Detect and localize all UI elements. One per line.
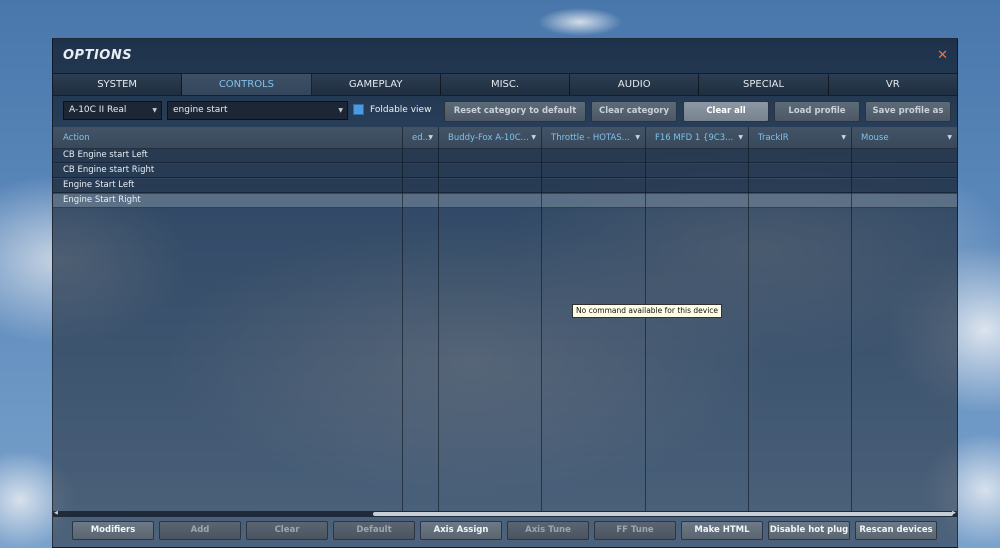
column-header-device-5[interactable]: TrackIR ▼ <box>748 127 851 149</box>
column-header-device-2[interactable]: Buddy-Fox A-10C... ▼ <box>438 127 541 149</box>
column-divider <box>438 127 439 511</box>
grid-header: Action ed... ▼ Buddy-Fox A-10C... ▼ Thro… <box>53 127 957 149</box>
table-row-selected[interactable]: Engine Start Right <box>53 194 957 208</box>
axis-assign-button[interactable]: Axis Assign <box>420 521 502 540</box>
column-divider <box>402 127 403 511</box>
tab-controls[interactable]: CONTROLS <box>182 74 312 95</box>
controls-toolbar: A-10C II Real ▼ engine start ▼ Foldable … <box>53 101 957 123</box>
clear-button[interactable]: Clear <box>246 521 328 540</box>
column-divider <box>645 127 646 511</box>
row-label: CB Engine start Right <box>63 165 155 175</box>
chevron-down-icon: ▼ <box>428 134 433 141</box>
tab-gameplay[interactable]: GAMEPLAY <box>311 74 441 95</box>
aircraft-select[interactable]: A-10C II Real ▼ <box>63 101 162 120</box>
chevron-down-icon: ▼ <box>841 134 846 141</box>
foldable-view-label: Foldable view <box>370 105 432 115</box>
column-header-device-1[interactable]: ed... ▼ <box>402 127 438 149</box>
search-input[interactable]: engine start ▼ <box>167 101 348 120</box>
horizontal-scrollbar[interactable]: ◀ ▶ <box>53 510 957 517</box>
tab-system[interactable]: SYSTEM <box>53 74 183 95</box>
default-button[interactable]: Default <box>333 521 415 540</box>
close-icon[interactable]: ✕ <box>937 48 948 63</box>
chevron-down-icon: ▼ <box>738 134 743 141</box>
disable-hot-plug-button[interactable]: Disable hot plug <box>768 521 850 540</box>
search-input-value: engine start <box>173 105 228 115</box>
column-header-label: Buddy-Fox A-10C... <box>448 133 529 143</box>
chevron-down-icon: ▼ <box>152 107 157 114</box>
chevron-down-icon: ▼ <box>947 134 952 141</box>
column-header-label: Action <box>63 133 90 143</box>
clear-category-button[interactable]: Clear category <box>591 101 677 122</box>
column-header-action[interactable]: Action <box>53 127 402 149</box>
table-row[interactable]: CB Engine start Right <box>53 164 957 178</box>
column-divider <box>851 127 852 511</box>
column-header-device-6[interactable]: Mouse ▼ <box>851 127 957 149</box>
ff-tune-button[interactable]: FF Tune <box>594 521 676 540</box>
tab-audio[interactable]: AUDIO <box>570 74 700 95</box>
column-divider <box>541 127 542 511</box>
bindings-grid: Action ed... ▼ Buddy-Fox A-10C... ▼ Thro… <box>53 127 957 511</box>
aircraft-select-value: A-10C II Real <box>69 105 127 115</box>
tab-vr[interactable]: VR <box>828 74 957 95</box>
scroll-left-icon[interactable]: ◀ <box>54 510 58 516</box>
window-title: OPTIONS <box>63 48 133 63</box>
row-label: Engine Start Left <box>63 180 135 190</box>
options-window: OPTIONS ✕ SYSTEM CONTROLS GAMEPLAY MISC.… <box>52 38 958 548</box>
rescan-devices-button[interactable]: Rescan devices <box>855 521 937 540</box>
load-profile-button[interactable]: Load profile <box>774 101 860 122</box>
column-header-label: TrackIR <box>758 133 789 143</box>
scroll-right-icon[interactable]: ▶ <box>952 510 956 516</box>
row-label: Engine Start Right <box>63 195 141 205</box>
column-header-device-3[interactable]: Throttle - HOTAS... ▼ <box>541 127 645 149</box>
table-row[interactable]: CB Engine start Left <box>53 149 957 163</box>
chevron-down-icon: ▼ <box>338 107 343 114</box>
column-header-label: Throttle - HOTAS... <box>551 133 630 143</box>
row-label: CB Engine start Left <box>63 150 148 160</box>
chevron-down-icon: ▼ <box>531 134 536 141</box>
tab-bar: SYSTEM CONTROLS GAMEPLAY MISC. AUDIO SPE… <box>53 73 957 96</box>
modifiers-button[interactable]: Modifiers <box>72 521 154 540</box>
make-html-button[interactable]: Make HTML <box>681 521 763 540</box>
scrollbar-thumb[interactable] <box>373 512 953 516</box>
reset-category-button[interactable]: Reset category to default <box>444 101 586 122</box>
axis-tune-button[interactable]: Axis Tune <box>507 521 589 540</box>
column-header-label: Mouse <box>861 133 889 143</box>
clear-all-button[interactable]: Clear all <box>683 101 769 122</box>
foldable-view-checkbox[interactable] <box>353 104 364 115</box>
tooltip: No command available for this device <box>572 304 723 318</box>
column-header-device-4[interactable]: F16 MFD 1 {9C3... ▼ <box>645 127 748 149</box>
save-profile-button[interactable]: Save profile as <box>865 101 951 122</box>
tab-special[interactable]: SPECIAL <box>699 74 829 95</box>
tab-misc[interactable]: MISC. <box>440 74 571 95</box>
add-button[interactable]: Add <box>159 521 241 540</box>
chevron-down-icon: ▼ <box>635 134 640 141</box>
column-header-label: F16 MFD 1 {9C3... <box>655 133 734 143</box>
table-row[interactable]: Engine Start Left <box>53 179 957 193</box>
column-divider <box>748 127 749 511</box>
